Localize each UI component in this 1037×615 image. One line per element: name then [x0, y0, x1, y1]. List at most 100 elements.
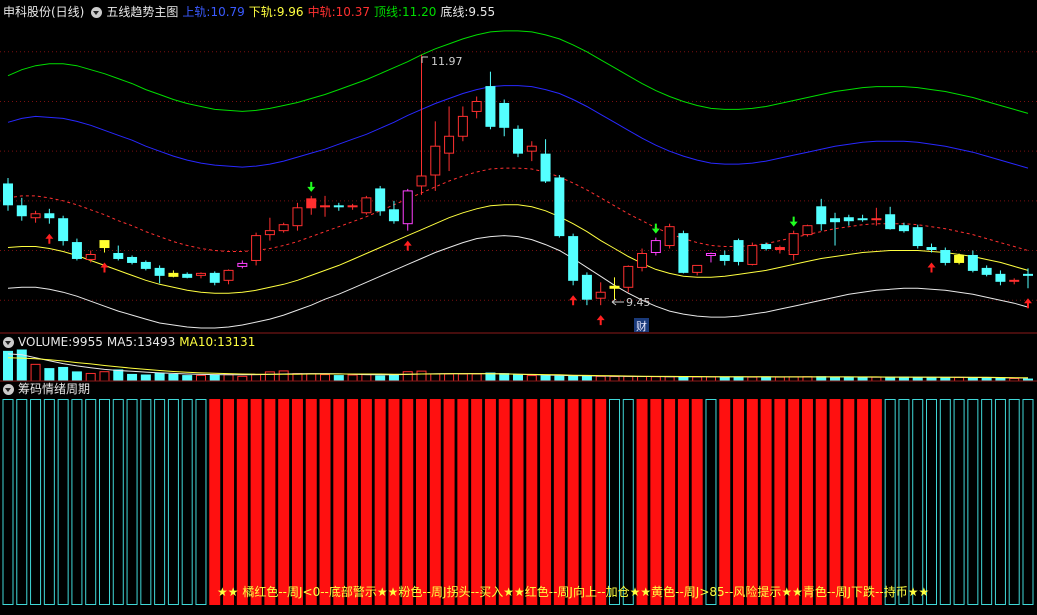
- volume-bar: [209, 374, 220, 382]
- signal-arrows: [45, 181, 1032, 326]
- ma10-label: MA10:: [179, 335, 218, 349]
- candle: [637, 248, 648, 272]
- high-label: 11.97: [431, 55, 463, 68]
- candle: [1023, 268, 1033, 289]
- stock-title: 申科股份(日线): [3, 5, 85, 19]
- chip-bar-red: [843, 399, 855, 605]
- candle-body: [843, 217, 854, 222]
- candle-body: [168, 272, 179, 277]
- chevron-down-icon[interactable]: [91, 6, 103, 18]
- candle-body: [333, 205, 344, 208]
- candle: [802, 224, 813, 237]
- candle: [347, 203, 358, 210]
- chip-bar-cyan: [994, 399, 1006, 605]
- candle-body: [278, 224, 289, 232]
- volume-bar: [292, 373, 303, 382]
- candle-body: [113, 252, 124, 259]
- candle-body: [830, 218, 841, 223]
- chip-bar-red: [457, 399, 469, 605]
- chip-bar-red: [319, 399, 331, 605]
- chip-bar-red: [305, 399, 317, 605]
- candle: [223, 269, 234, 285]
- chip-bar-cyan: [85, 399, 97, 605]
- candle-body: [292, 207, 303, 227]
- candle: [898, 222, 909, 233]
- candle-body: [320, 205, 331, 208]
- candle-body: [926, 247, 937, 251]
- volume-bar: [347, 374, 358, 382]
- chip-bar-cyan: [981, 399, 993, 605]
- buy-arrow-icon: [403, 240, 412, 251]
- volume-bar: [361, 374, 372, 382]
- candle-body: [71, 242, 82, 259]
- candle: [264, 217, 275, 241]
- chip-bar-cyan: [705, 399, 717, 605]
- volume-bar: [471, 373, 482, 382]
- candle: [71, 238, 82, 261]
- chip-bar-cyan: [112, 399, 124, 605]
- candle: [3, 177, 13, 211]
- chip-bar-red: [333, 399, 345, 605]
- volume-bar: [940, 377, 951, 382]
- candle-body: [430, 145, 441, 176]
- candle-body: [705, 252, 716, 256]
- candle-body: [30, 213, 41, 219]
- trend-bands: [7, 30, 1029, 329]
- candle-body: [99, 240, 110, 249]
- volume-bar: [457, 373, 468, 382]
- ma10-value: 13131: [217, 335, 256, 349]
- candle-body: [85, 253, 96, 260]
- candle: [940, 247, 951, 266]
- chip-bar-red: [857, 399, 869, 605]
- chip-bar-cyan: [967, 399, 979, 605]
- candle-body: [1023, 273, 1033, 276]
- chip-bar-cyan: [1022, 399, 1034, 605]
- chip-bar-red: [636, 399, 648, 605]
- candle: [361, 195, 372, 215]
- candle-body: [140, 261, 151, 269]
- bottom-label: 底线:: [440, 5, 469, 19]
- candle-body: [471, 100, 482, 112]
- candle: [320, 195, 331, 217]
- candle-body: [609, 285, 620, 289]
- chip-bar-cyan: [1008, 399, 1020, 605]
- chevron-down-icon[interactable]: [3, 336, 14, 348]
- candle-body: [3, 183, 13, 206]
- candle-body: [898, 225, 909, 232]
- candle-body: [223, 269, 234, 281]
- volume-bar: [912, 377, 923, 382]
- candle: [609, 277, 620, 301]
- volume-bar: [99, 371, 110, 382]
- volume-bar: [499, 373, 510, 382]
- chip-bar-cyan: [30, 399, 42, 605]
- candle: [306, 195, 317, 215]
- candle: [885, 206, 896, 230]
- indicator-name[interactable]: 五线趋势主图: [106, 2, 178, 22]
- lower-label: 下轨:: [248, 5, 277, 19]
- candle-body: [444, 135, 455, 154]
- volume-bar: [926, 377, 937, 382]
- chevron-down-icon[interactable]: [3, 383, 14, 395]
- volume-bar: [664, 376, 675, 382]
- chip-title: 筹码情绪周期: [18, 382, 91, 396]
- candle: [719, 250, 730, 266]
- chip-bar-red: [719, 399, 731, 605]
- volume-bar: [127, 373, 138, 382]
- buy-arrow-icon: [569, 295, 578, 306]
- chip-bar-red: [512, 399, 524, 605]
- chip-bar-cyan: [181, 399, 193, 605]
- candle: [705, 252, 716, 263]
- candle-body: [761, 244, 772, 250]
- volume-bar: [885, 376, 896, 382]
- candle-body: [526, 145, 537, 152]
- candle: [664, 223, 675, 249]
- candle: [581, 272, 592, 306]
- volume-bar: [388, 374, 399, 382]
- candle: [444, 106, 455, 172]
- chip-bar-red: [677, 399, 689, 605]
- chip-bar-red: [540, 399, 552, 605]
- upper-label: 上轨:: [182, 5, 211, 19]
- chip-bar-red: [278, 399, 290, 605]
- volume-bar: [788, 376, 799, 382]
- chip-bar-cyan: [154, 399, 166, 605]
